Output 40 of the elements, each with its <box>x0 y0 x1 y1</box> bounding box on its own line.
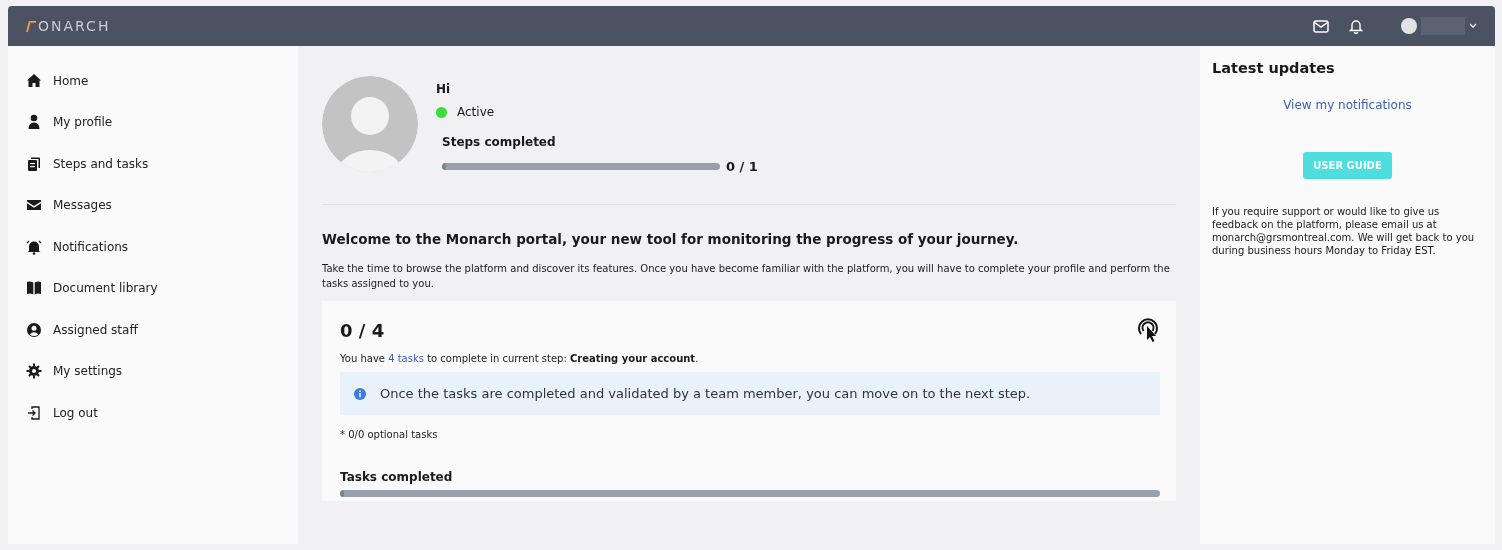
logo-text: ONARCH <box>38 18 111 34</box>
book-icon <box>26 280 42 297</box>
sidebar-item[interactable]: Steps and tasks <box>8 143 298 185</box>
optional-tasks-text: * 0/0 optional tasks <box>340 429 439 440</box>
gear-icon <box>26 363 42 380</box>
avatar-icon <box>322 76 418 172</box>
greeting: Hi <box>436 82 452 96</box>
info-icon <box>354 387 366 400</box>
tasks-completed-label: Tasks completed <box>340 470 454 484</box>
steps-count: 0 / 1 <box>726 159 758 174</box>
sidebar-item[interactable]: Document library <box>8 267 298 309</box>
user-circle-icon <box>26 321 42 338</box>
tasks-count: 0 / 4 <box>340 319 385 341</box>
sidebar-item[interactable]: My profile <box>8 101 298 143</box>
sidebar-item[interactable]: Log out <box>8 392 298 434</box>
home-icon <box>26 72 42 89</box>
sidebar-item[interactable]: Home <box>8 60 298 102</box>
sidebar-item[interactable]: Notifications <box>8 226 298 268</box>
logout-icon <box>26 404 42 421</box>
mail-icon[interactable] <box>1313 19 1329 33</box>
bell-icon <box>26 238 42 255</box>
avatar-icon[interactable] <box>1401 18 1417 34</box>
support-text: If you require support or would like to give us feedback on the platform, please email us at monarch@grsmontreal.com. We will get back to you during business hours Monday to Friday EST. <box>1212 205 1476 257</box>
sidebar-item[interactable]: Messages <box>8 184 298 226</box>
sidebar-item[interactable]: Assigned staff <box>8 309 298 351</box>
steps-label: Steps completed <box>442 135 557 149</box>
person-icon <box>26 114 42 131</box>
intro-text: Take the time to browse the platform and discover its features. Once you have become familiar with the platform, you will have to complete your profile and perform the tasks assigned to you. <box>322 262 1171 291</box>
updates-title: Latest updates <box>1212 60 1335 76</box>
tasks-link[interactable]: 4 tasks <box>388 353 424 364</box>
tasks-sentence: You have 4 tasks to complete in current step: Creating your account. <box>340 353 700 364</box>
clipboard-icon <box>26 155 42 172</box>
pointer-click-icon[interactable] <box>1136 317 1160 343</box>
status-text: Active <box>457 105 495 119</box>
welcome-title: Welcome to the Monarch portal, your new tool for monitoring the progress of your journey. <box>322 231 1020 247</box>
bell-icon[interactable] <box>1349 18 1363 34</box>
notifications-link[interactable]: View my notifications <box>1283 98 1412 112</box>
sidebar-item[interactable]: My settings <box>8 350 298 392</box>
info-text: Once the tasks are completed and validated by a team member, you can move on to the next step. <box>380 386 1031 401</box>
caret-icon[interactable] <box>1469 23 1477 29</box>
